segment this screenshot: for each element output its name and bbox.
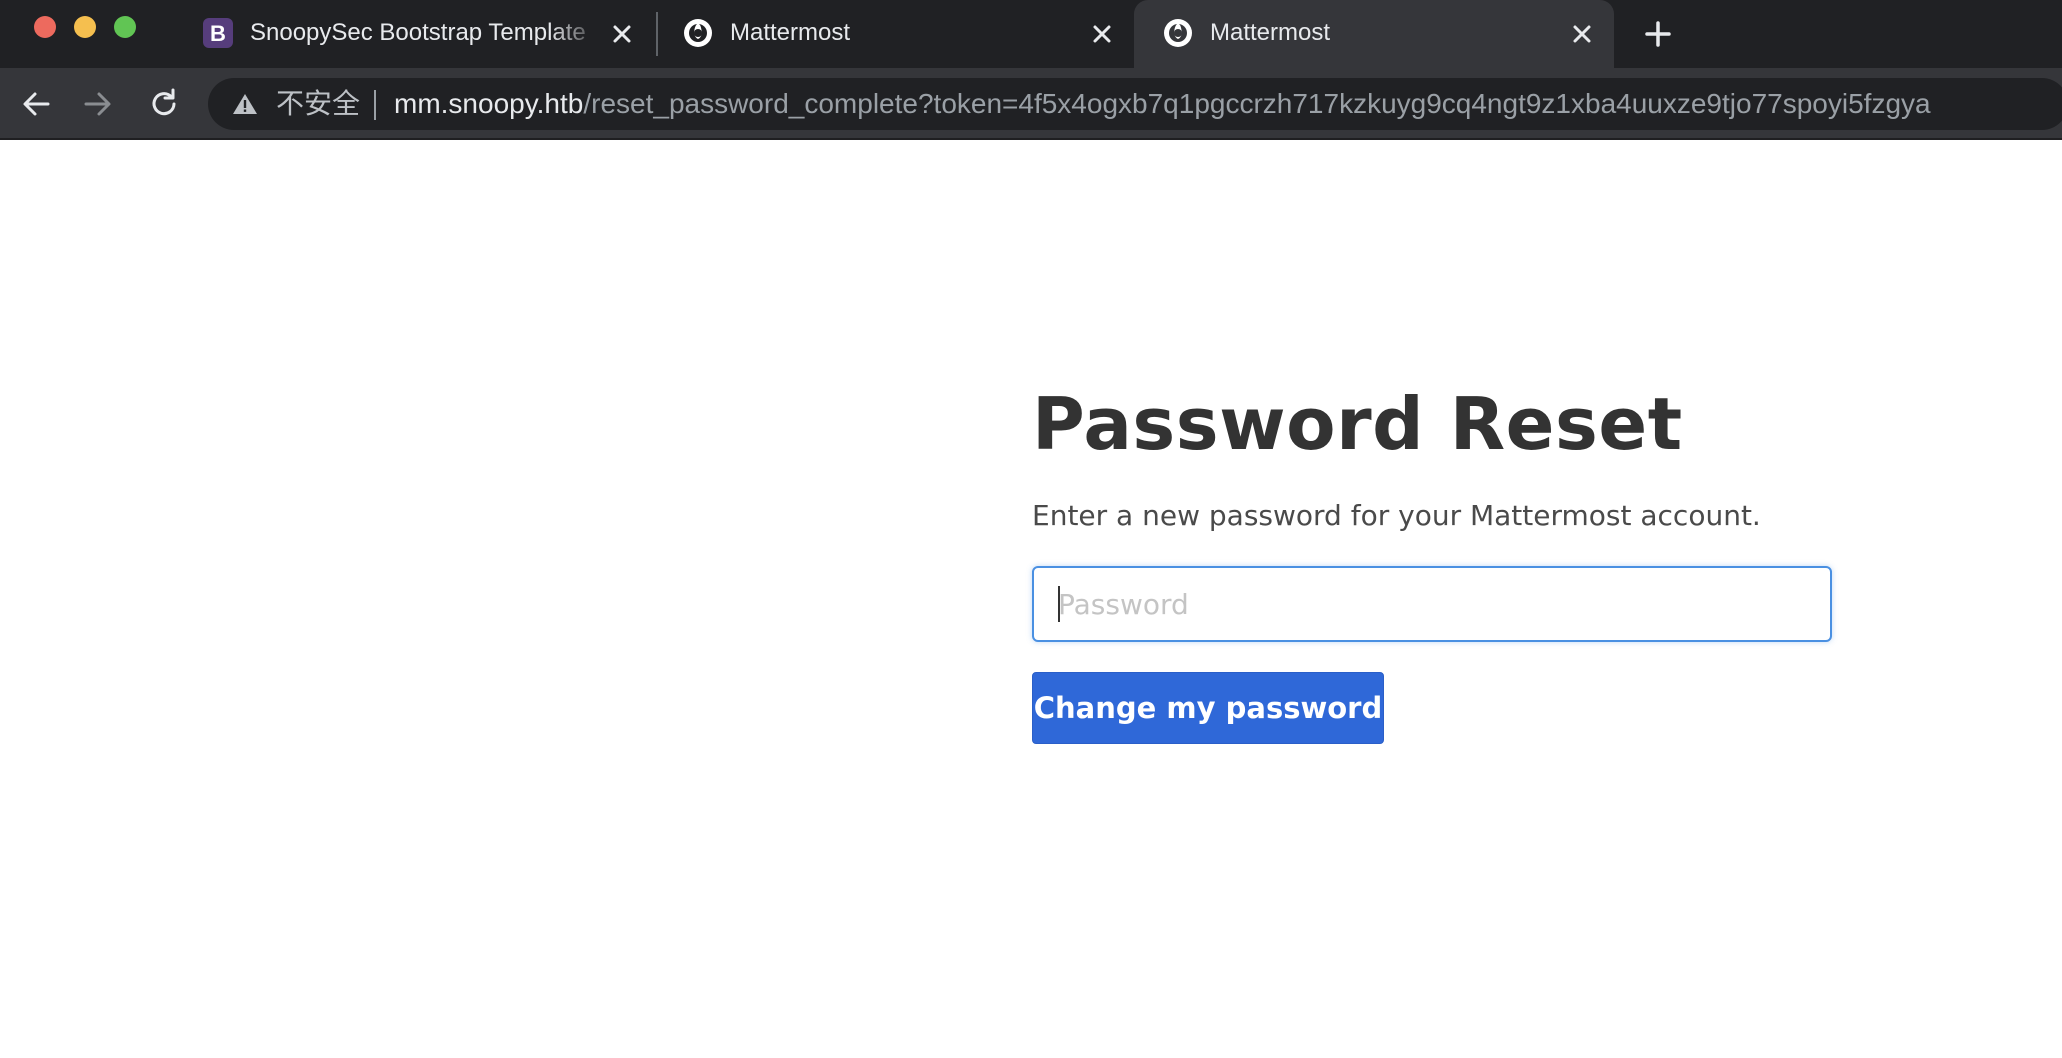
browser-tab-mattermost[interactable]: Mattermost bbox=[654, 0, 1134, 68]
tab-title: Mattermost bbox=[1210, 19, 1331, 46]
tab-title: SnoopySec Bootstrap Template bbox=[250, 19, 586, 46]
reload-icon[interactable] bbox=[146, 86, 182, 122]
browser-toolbar: 不安全 mm.snoopy.htb/reset_password_complet… bbox=[0, 68, 2062, 140]
page-title: Password Reset bbox=[1032, 382, 1683, 466]
bootstrap-icon: B bbox=[203, 18, 233, 48]
tab-title: Mattermost bbox=[730, 19, 851, 46]
close-tab-icon[interactable] bbox=[608, 20, 636, 48]
mattermost-icon bbox=[684, 19, 712, 47]
url-path: /reset_password_complete?token=4f5x4ogxb… bbox=[583, 88, 1931, 119]
address-bar[interactable]: 不安全 mm.snoopy.htb/reset_password_complet… bbox=[208, 78, 2062, 130]
close-tab-icon[interactable] bbox=[1088, 20, 1116, 48]
address-separator bbox=[374, 90, 376, 120]
svg-text:B: B bbox=[210, 21, 226, 46]
browser-tab-snoopysec[interactable]: B SnoopySec Bootstrap Template bbox=[174, 0, 654, 68]
security-status-label[interactable]: 不安全 bbox=[276, 87, 360, 121]
close-tab-icon[interactable] bbox=[1568, 20, 1596, 48]
page-description: Enter a new password for your Mattermost… bbox=[1032, 499, 1761, 532]
url-text[interactable]: mm.snoopy.htb/reset_password_complete?to… bbox=[394, 87, 1931, 121]
browser-tabstrip: B SnoopySec Bootstrap Template Mattermos… bbox=[0, 0, 2062, 68]
new-tab-icon[interactable] bbox=[1642, 18, 1674, 50]
text-caret bbox=[1058, 586, 1060, 622]
window-maximize-button[interactable] bbox=[114, 16, 136, 38]
warning-icon[interactable] bbox=[232, 92, 258, 116]
url-host: mm.snoopy.htb bbox=[394, 88, 584, 119]
password-input[interactable] bbox=[1032, 566, 1832, 642]
change-password-button[interactable]: Change my password bbox=[1032, 672, 1384, 744]
mattermost-icon bbox=[1164, 19, 1192, 47]
browser-tab-mattermost-active[interactable]: Mattermost bbox=[1134, 0, 1614, 68]
window-close-button[interactable] bbox=[34, 16, 56, 38]
window-minimize-button[interactable] bbox=[74, 16, 96, 38]
forward-arrow-icon[interactable] bbox=[80, 86, 116, 122]
back-arrow-icon[interactable] bbox=[18, 86, 54, 122]
